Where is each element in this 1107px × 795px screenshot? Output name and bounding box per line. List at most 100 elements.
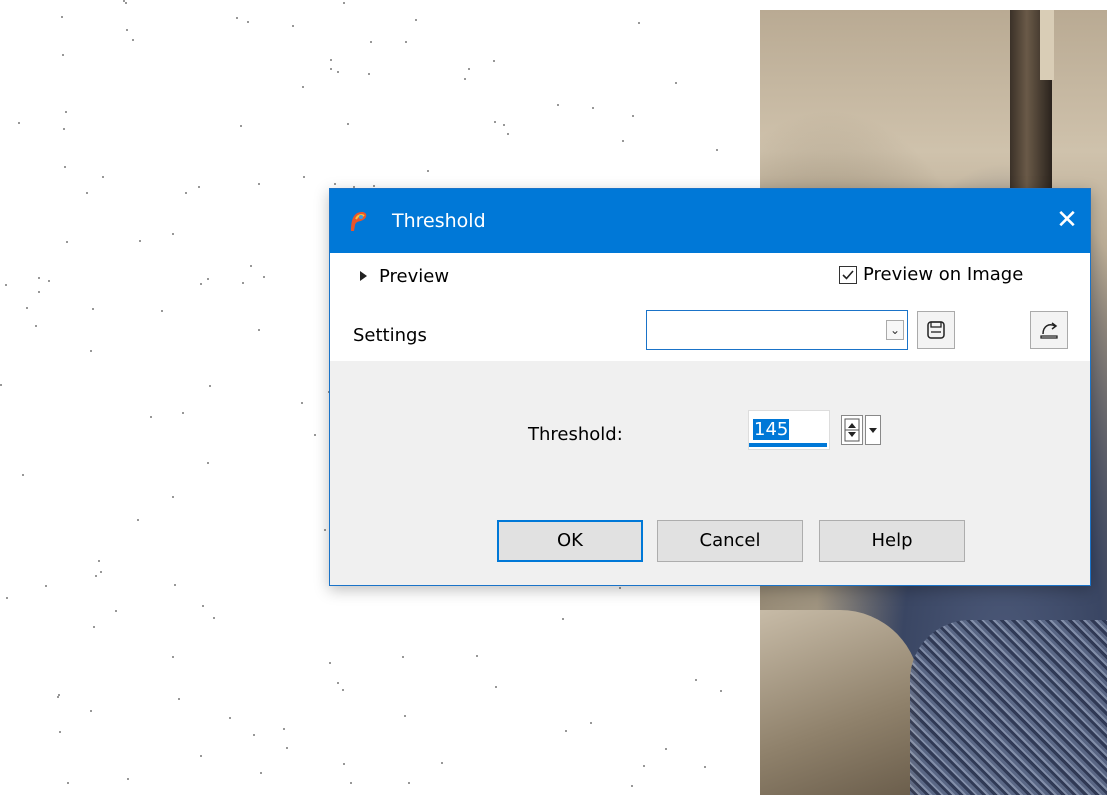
reset-to-default-button[interactable] xyxy=(1030,311,1068,349)
noise-speck xyxy=(38,277,40,279)
noise-speck xyxy=(631,785,633,787)
noise-speck xyxy=(64,166,66,168)
noise-speck xyxy=(102,176,104,178)
noise-speck xyxy=(347,123,349,125)
checkbox-box[interactable] xyxy=(839,265,857,284)
settings-preset-dropdown[interactable]: ⌄ xyxy=(646,310,908,350)
noise-speck xyxy=(373,185,375,187)
save-preset-button[interactable] xyxy=(917,311,955,349)
noise-speck xyxy=(302,86,304,88)
threshold-inline-slider[interactable] xyxy=(749,443,827,447)
noise-speck xyxy=(132,39,134,41)
noise-speck xyxy=(643,765,645,767)
noise-speck xyxy=(292,25,294,27)
noise-speck xyxy=(301,402,303,404)
noise-speck xyxy=(408,782,410,784)
noise-speck xyxy=(26,307,28,309)
help-button[interactable]: Help xyxy=(819,520,965,562)
noise-speck xyxy=(6,597,8,599)
noise-speck xyxy=(493,60,495,62)
noise-speck xyxy=(716,149,718,151)
noise-speck xyxy=(330,59,332,61)
chevron-down-icon[interactable]: ⌄ xyxy=(886,320,904,340)
noise-speck xyxy=(0,384,2,386)
noise-speck xyxy=(59,731,61,733)
dialog-title: Threshold xyxy=(392,210,486,232)
dropdown-arrow-icon xyxy=(869,428,877,433)
preview-on-image-label: Preview on Image xyxy=(863,264,1024,285)
noise-speck xyxy=(98,560,100,562)
noise-speck xyxy=(370,41,372,43)
noise-speck xyxy=(329,662,331,664)
paintshop-pro-icon xyxy=(351,212,367,231)
noise-speck xyxy=(236,17,238,19)
noise-speck xyxy=(65,111,67,113)
noise-speck xyxy=(495,686,497,688)
noise-speck xyxy=(63,128,65,130)
reset-to-default-icon xyxy=(1040,322,1058,339)
noise-speck xyxy=(172,233,174,235)
noise-speck xyxy=(115,610,117,612)
noise-speck xyxy=(35,325,37,327)
noise-speck xyxy=(172,656,174,658)
noise-speck xyxy=(207,462,209,464)
noise-speck xyxy=(45,585,47,587)
threshold-label: Threshold: xyxy=(528,424,623,445)
ok-button[interactable]: OK xyxy=(497,520,643,562)
preview-on-image-checkbox[interactable]: Preview on Image xyxy=(839,264,1023,285)
threshold-value[interactable]: 145 xyxy=(753,419,790,440)
save-preset-icon xyxy=(927,321,945,339)
threshold-input[interactable]: 145 xyxy=(748,410,830,450)
noise-speck xyxy=(665,748,667,750)
noise-speck xyxy=(48,280,50,282)
noise-speck xyxy=(507,133,509,135)
noise-speck xyxy=(632,115,634,117)
noise-speck xyxy=(207,278,209,280)
noise-speck xyxy=(250,265,252,267)
noise-speck xyxy=(619,587,621,589)
noise-speck xyxy=(368,73,370,75)
noise-speck xyxy=(622,140,624,142)
preview-expander[interactable]: Preview xyxy=(360,265,449,287)
noise-speck xyxy=(185,192,187,194)
noise-speck xyxy=(182,412,184,414)
noise-speck xyxy=(38,291,40,293)
noise-speck xyxy=(468,68,470,70)
noise-speck xyxy=(590,722,592,724)
noise-speck xyxy=(126,29,128,31)
noise-speck xyxy=(90,350,92,352)
close-icon: ✕ xyxy=(1056,205,1078,235)
noise-speck xyxy=(557,104,559,106)
noise-speck xyxy=(337,682,339,684)
noise-speck xyxy=(209,385,211,387)
noise-speck xyxy=(137,519,139,521)
noise-speck xyxy=(464,78,466,80)
photo-detail xyxy=(1040,10,1054,80)
noise-speck xyxy=(125,2,127,4)
noise-speck xyxy=(5,284,7,286)
threshold-slider-popup-button[interactable] xyxy=(865,415,881,445)
noise-speck xyxy=(100,571,102,573)
noise-speck xyxy=(22,474,24,476)
noise-speck xyxy=(247,21,249,23)
noise-speck xyxy=(402,656,404,658)
threshold-spinner[interactable] xyxy=(841,415,863,445)
noise-speck xyxy=(86,192,88,194)
noise-speck xyxy=(704,766,706,768)
noise-speck xyxy=(90,710,92,712)
noise-speck xyxy=(263,276,265,278)
title-bar[interactable]: Threshold ✕ xyxy=(330,189,1090,253)
noise-speck xyxy=(330,68,332,70)
noise-speck xyxy=(62,54,64,56)
spin-arrows-icon xyxy=(844,418,860,442)
noise-speck xyxy=(342,689,344,691)
noise-speck xyxy=(695,679,697,681)
noise-speck xyxy=(343,763,345,765)
noise-speck xyxy=(343,2,345,4)
noise-speck xyxy=(503,124,505,126)
preview-label: Preview xyxy=(379,265,450,287)
close-button[interactable]: ✕ xyxy=(1044,189,1090,253)
cancel-button[interactable]: Cancel xyxy=(657,520,803,562)
noise-speck xyxy=(562,618,564,620)
noise-speck xyxy=(253,734,255,736)
